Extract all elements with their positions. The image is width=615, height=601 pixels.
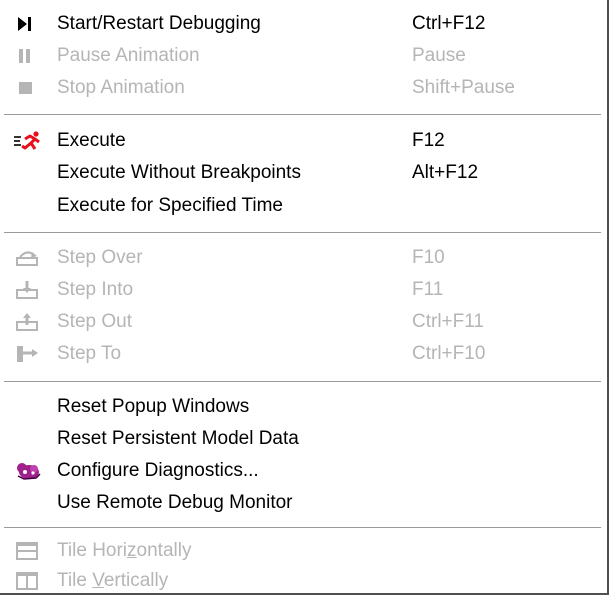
- pause-icon: [19, 49, 30, 63]
- menu-separator: [4, 381, 601, 383]
- menu-item-shortcut: Ctrl+F12: [412, 13, 486, 34]
- menu-item-shortcut: F10: [412, 247, 445, 268]
- menu-item-start-restart-debugging[interactable]: Start/Restart Debugging Ctrl+F12: [0, 9, 600, 39]
- menu-item-reset-persistent-model-data[interactable]: Reset Persistent Model Data: [0, 424, 600, 454]
- menu-item-tile-vertically[interactable]: Tile Vertically: [0, 566, 600, 596]
- menu-item-use-remote-debug-monitor[interactable]: Use Remote Debug Monitor: [0, 488, 600, 518]
- menu-item-shortcut: Alt+F12: [412, 162, 479, 183]
- play-to-end-icon: [18, 17, 31, 31]
- menu-item-label: Reset Persistent Model Data: [57, 428, 299, 449]
- menu-item-execute[interactable]: Execute F12: [0, 126, 600, 156]
- menu-item-stop-animation[interactable]: Stop Animation Shift+Pause: [0, 73, 600, 103]
- menu-item-shortcut: Pause: [412, 45, 466, 66]
- menu-item-label: Execute for Specified Time: [57, 195, 283, 216]
- step-over-icon: [16, 251, 38, 266]
- menu-item-tile-horizontally[interactable]: Tile Horizontally: [0, 536, 600, 566]
- menu-separator: [4, 232, 601, 234]
- menu-item-shortcut: F12: [412, 130, 445, 151]
- menu-item-step-into[interactable]: Step Into F11: [0, 275, 600, 305]
- menu-item-label: Execute: [57, 130, 126, 151]
- diagnostics-icon: [17, 463, 41, 480]
- menu-item-shortcut: Shift+Pause: [412, 77, 515, 98]
- stop-icon: [19, 82, 32, 94]
- menu-item-pause-animation[interactable]: Pause Animation Pause: [0, 41, 600, 71]
- menu-item-label: Step To: [57, 343, 122, 364]
- menu-item-label: Use Remote Debug Monitor: [57, 492, 293, 513]
- menu-item-reset-popup-windows[interactable]: Reset Popup Windows: [0, 392, 600, 422]
- menu-item-label: Tile Horizontally: [57, 540, 192, 561]
- tile-vertical-icon: [16, 572, 38, 590]
- mnemonic-v: V: [92, 570, 104, 591]
- menu-item-label: Tile Vertically: [57, 570, 169, 591]
- menu-item-label: Configure Diagnostics...: [57, 460, 259, 481]
- menu-separator: [4, 114, 601, 116]
- menu-item-step-out[interactable]: Step Out Ctrl+F11: [0, 307, 600, 337]
- menu-item-label: Step Over: [57, 247, 143, 268]
- menu-item-label: Pause Animation: [57, 45, 200, 66]
- menu-item-label: Reset Popup Windows: [57, 396, 250, 417]
- menu-item-execute-without-breakpoints[interactable]: Execute Without Breakpoints Alt+F12: [0, 158, 600, 188]
- menu-item-step-over[interactable]: Step Over F10: [0, 243, 600, 273]
- menu-item-label: Step Into: [57, 279, 134, 300]
- mnemonic-z: z: [127, 540, 137, 561]
- menu-item-label: Execute Without Breakpoints: [57, 162, 301, 183]
- tile-horizontal-icon: [16, 542, 38, 560]
- menu-item-label: Stop Animation: [57, 77, 185, 98]
- menu-item-label: Step Out: [57, 311, 132, 332]
- step-into-icon: [16, 281, 38, 299]
- menu-item-step-to[interactable]: Step To Ctrl+F10: [0, 339, 600, 369]
- running-man-icon: [14, 131, 40, 150]
- menu-item-execute-for-specified-time[interactable]: Execute for Specified Time: [0, 191, 600, 221]
- menu-item-configure-diagnostics[interactable]: Configure Diagnostics...: [0, 456, 600, 486]
- menu-item-shortcut: F11: [412, 279, 444, 300]
- step-to-icon: [17, 346, 38, 362]
- menu-item-shortcut: Ctrl+F10: [412, 343, 486, 364]
- debug-menu: Start/Restart Debugging Ctrl+F12 Pause A…: [0, 0, 609, 595]
- menu-separator: [4, 527, 601, 529]
- menu-item-shortcut: Ctrl+F11: [412, 311, 484, 332]
- menu-item-label: Start/Restart Debugging: [57, 13, 261, 34]
- step-out-icon: [16, 313, 38, 331]
